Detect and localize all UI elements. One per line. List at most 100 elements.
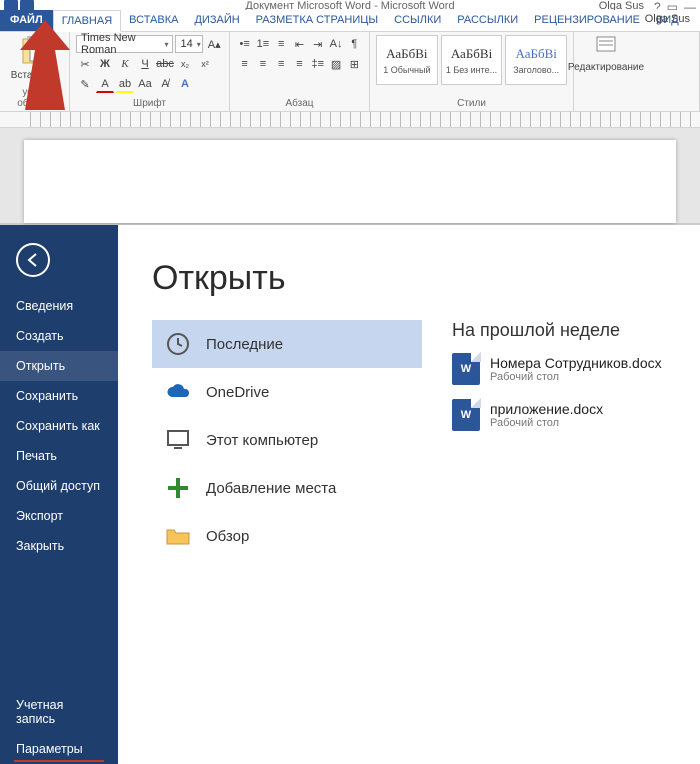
change-case-button[interactable]: Aa — [136, 75, 154, 93]
menu-options[interactable]: Параметры — [0, 734, 118, 764]
style-heading[interactable]: АаБбВі Заголово... — [505, 35, 567, 85]
tab-design[interactable]: ДИЗАЙН — [186, 10, 247, 31]
menu-info[interactable]: Сведения — [0, 291, 118, 321]
subscript-button[interactable]: x₂ — [176, 55, 194, 73]
editing-button[interactable]: Редактирование — [580, 35, 632, 73]
tab-mailings[interactable]: РАССЫЛКИ — [449, 10, 526, 31]
open-sources: Последние OneDrive Этот компьютер — [152, 320, 422, 560]
show-marks-button[interactable]: ¶ — [346, 35, 363, 53]
paste-label: Вставить — [11, 70, 53, 81]
format-painter-icon[interactable]: ✎ — [76, 75, 94, 93]
source-recent[interactable]: Последние — [152, 320, 422, 368]
underline-button[interactable]: Ч — [136, 55, 154, 73]
back-arrow-icon — [25, 252, 41, 268]
editing-label: Редактирование — [568, 62, 644, 73]
font-name-combo[interactable]: Times New Roman — [76, 35, 173, 53]
align-right-button[interactable]: ≡ — [273, 55, 290, 73]
tab-home[interactable]: ГЛАВНАЯ — [53, 10, 121, 32]
word-main-window: Документ Microsoft Word - Microsoft Word… — [0, 0, 700, 225]
decrease-indent-button[interactable]: ⇤ — [291, 35, 308, 53]
cut-icon[interactable]: ✂ — [76, 55, 94, 73]
user-name-tabs[interactable]: Olga Sus — [645, 13, 690, 25]
clock-icon — [166, 332, 190, 356]
borders-button[interactable]: ⊞ — [346, 55, 363, 73]
paste-button[interactable]: Вставить — [6, 35, 58, 81]
source-addplace-label: Добавление места — [206, 480, 336, 497]
file-location: Рабочий стол — [490, 371, 662, 383]
increase-indent-button[interactable]: ⇥ — [309, 35, 326, 53]
highlight-button[interactable]: ab — [116, 75, 134, 93]
line-spacing-button[interactable]: ‡≡ — [309, 55, 326, 73]
ruler[interactable] — [0, 112, 700, 128]
source-onedrive[interactable]: OneDrive — [152, 368, 422, 416]
computer-icon — [166, 428, 190, 452]
numbering-button[interactable]: 1≡ — [254, 35, 271, 53]
menu-share[interactable]: Общий доступ — [0, 471, 118, 501]
find-icon — [595, 35, 617, 60]
font-label: Шрифт — [76, 98, 223, 110]
menu-saveas[interactable]: Сохранить как — [0, 411, 118, 441]
word-file-icon: W — [452, 399, 480, 431]
recent-files-panel: На прошлой неделе W Номера Сотрудников.d… — [452, 320, 700, 560]
multilevel-button[interactable]: ≡ — [273, 35, 290, 53]
source-thispc-label: Этот компьютер — [206, 432, 318, 449]
menu-print[interactable]: Печать — [0, 441, 118, 471]
ribbon: Вставить уфер обмена Times New Roman 14 … — [0, 32, 700, 112]
menu-export[interactable]: Экспорт — [0, 501, 118, 531]
style-sample: АаБбВі — [451, 46, 492, 62]
source-addplace[interactable]: Добавление места — [152, 464, 422, 512]
backstage-main: Открыть Последние OneDrive — [118, 225, 700, 764]
font-size-combo[interactable]: 14 — [175, 35, 203, 53]
source-browse[interactable]: Обзор — [152, 512, 422, 560]
text-effects-button[interactable]: A — [176, 75, 194, 93]
backstage-view: Документ1 - Word Сведения Создать Открыт… — [0, 225, 700, 764]
group-font: Times New Roman 14 A▴ ✂ Ж К Ч abc x₂ x² … — [70, 32, 230, 111]
file-name: Номера Сотрудников.docx — [490, 355, 662, 371]
grow-font-icon[interactable]: A▴ — [205, 35, 223, 53]
back-button[interactable] — [16, 243, 50, 277]
justify-button[interactable]: ≡ — [291, 55, 308, 73]
italic-button[interactable]: К — [116, 55, 134, 73]
recent-file[interactable]: W Номера Сотрудников.docx Рабочий стол — [452, 349, 700, 395]
sort-button[interactable]: A↓ — [327, 35, 344, 53]
page[interactable] — [24, 140, 676, 223]
plus-icon — [166, 476, 190, 500]
align-center-button[interactable]: ≡ — [254, 55, 271, 73]
tab-file[interactable]: ФАЙЛ — [0, 10, 53, 31]
menu-new[interactable]: Создать — [0, 321, 118, 351]
menu-account[interactable]: Учетная запись — [0, 690, 118, 734]
clear-format-button[interactable]: A̸ — [156, 75, 174, 93]
tab-references[interactable]: ССЫЛКИ — [386, 10, 449, 31]
align-left-button[interactable]: ≡ — [236, 55, 253, 73]
word-file-icon: W — [452, 353, 480, 385]
editing-group-label — [580, 109, 693, 110]
recent-file[interactable]: W приложение.docx Рабочий стол — [452, 395, 700, 441]
group-paragraph: •≡ 1≡ ≡ ⇤ ⇥ A↓ ¶ ≡ ≡ ≡ ≡ ‡≡ ▨ ⊞ — [230, 32, 370, 111]
source-onedrive-label: OneDrive — [206, 384, 269, 401]
strike-button[interactable]: abc — [156, 55, 174, 73]
recent-heading: На прошлой неделе — [452, 320, 700, 341]
style-nospacing[interactable]: АаБбВі 1 Без инте... — [441, 35, 503, 85]
tab-insert[interactable]: ВСТАВКА — [121, 10, 186, 31]
source-thispc[interactable]: Этот компьютер — [152, 416, 422, 464]
menu-close[interactable]: Закрыть — [0, 531, 118, 561]
titlebar: Документ Microsoft Word - Microsoft Word… — [0, 0, 700, 10]
shading-button[interactable]: ▨ — [327, 55, 344, 73]
cloud-icon — [166, 380, 190, 404]
font-color-button[interactable]: A — [96, 75, 114, 93]
tab-review[interactable]: РЕЦЕНЗИРОВАНИЕ — [526, 10, 648, 31]
tab-layout[interactable]: РАЗМЕТКА СТРАНИЦЫ — [248, 10, 386, 31]
clipboard-label: уфер обмена — [6, 87, 63, 110]
style-caption: 1 Обычный — [383, 65, 430, 75]
file-location: Рабочий стол — [490, 417, 603, 429]
bullets-button[interactable]: •≡ — [236, 35, 253, 53]
bold-button[interactable]: Ж — [96, 55, 114, 73]
menu-save[interactable]: Сохранить — [0, 381, 118, 411]
style-caption: Заголово... — [513, 65, 559, 75]
file-name: приложение.docx — [490, 401, 603, 417]
backstage-sidebar: Сведения Создать Открыть Сохранить Сохра… — [0, 225, 118, 764]
style-normal[interactable]: АаБбВі 1 Обычный — [376, 35, 438, 85]
document-area — [0, 128, 700, 223]
superscript-button[interactable]: x² — [196, 55, 214, 73]
menu-open[interactable]: Открыть — [0, 351, 118, 381]
